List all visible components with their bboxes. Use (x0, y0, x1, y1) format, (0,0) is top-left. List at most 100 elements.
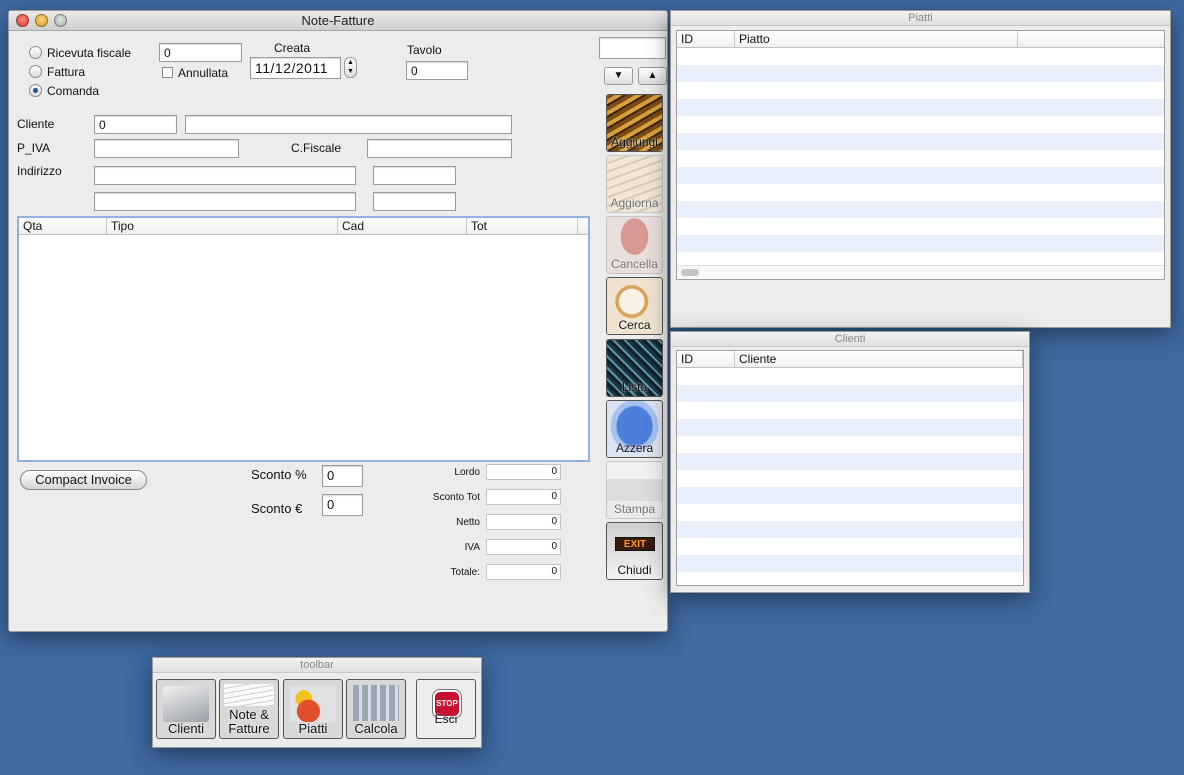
items-table[interactable]: Qta Tipo Cad Tot (17, 216, 590, 462)
piatti-window: Piatti ID Piatto (670, 10, 1171, 328)
piatti-titlebar[interactable]: Piatti (671, 11, 1170, 26)
cancella-button[interactable]: Cancella (606, 216, 663, 274)
scrollbar-thumb[interactable] (681, 269, 699, 276)
tavolo-label: Tavolo (407, 43, 442, 57)
window-controls (16, 14, 67, 27)
compact-invoice-button[interactable]: Compact Invoice (20, 470, 147, 490)
col-tipo[interactable]: Tipo (107, 218, 338, 234)
zoom-icon[interactable] (54, 14, 67, 27)
annullata-checkbox[interactable] (162, 67, 173, 78)
sconto-tot-label: Sconto Tot (432, 492, 480, 503)
piatti-table-header: ID Piatto (677, 31, 1164, 48)
stampa-button[interactable]: Stampa (606, 461, 663, 519)
radio-fattura-label: Fattura (47, 65, 86, 79)
note-fatture-toolbar-button[interactable]: Note & Fatture (219, 679, 279, 739)
azzera-label: Azzera (615, 441, 654, 455)
calculator-icon (353, 685, 399, 721)
radio-comanda-label: Comanda (47, 84, 100, 98)
stampa-label: Stampa (613, 502, 656, 516)
clienti-row-stripe (677, 555, 1023, 572)
lista-label: Lista (621, 380, 648, 394)
col-id[interactable]: ID (677, 31, 735, 47)
chiudi-button[interactable]: EXIT Chiudi (606, 522, 663, 580)
radio-fattura[interactable] (29, 65, 42, 78)
azzera-button[interactable]: Azzera (606, 400, 663, 458)
col-cliente[interactable]: Cliente (735, 351, 1023, 367)
cliente-id-input[interactable]: 0 (94, 115, 177, 134)
search-field[interactable] (599, 37, 666, 59)
clienti-table[interactable]: ID Cliente (676, 350, 1024, 586)
creata-date-field[interactable]: 11/12/2011 (250, 57, 341, 79)
cap-input[interactable] (373, 192, 456, 211)
cfiscale-label: C.Fiscale (291, 141, 342, 155)
esci-toolbar-button[interactable]: STOP Esci (416, 679, 476, 739)
piatti-row-stripe (677, 133, 1164, 150)
arrow-up-icon: ▲ (647, 70, 658, 81)
piatti-toolbar-button[interactable]: Piatti (283, 679, 343, 739)
aggiungi-label: Aggiungi (611, 135, 658, 149)
clienti-title: Clienti (834, 333, 866, 345)
radio-ricevuta-label: Ricevuta fiscale (47, 46, 132, 60)
clienti-table-header: ID Cliente (677, 351, 1023, 368)
col-piatto[interactable]: Piatto (735, 31, 1018, 47)
radio-comanda[interactable] (29, 84, 42, 97)
toolbar-title: toolbar (300, 659, 334, 671)
indirizzo-input[interactable] (94, 166, 356, 185)
cerca-button[interactable]: Cerca (606, 277, 663, 335)
piatti-row-stripe (677, 99, 1164, 116)
col-qta[interactable]: Qta (19, 218, 107, 234)
iva-value: 0 (486, 539, 561, 555)
col-cad[interactable]: Cad (338, 218, 467, 234)
stepper-up-icon[interactable]: ▲ (345, 58, 356, 67)
clienti-titlebar[interactable]: Clienti (671, 332, 1029, 347)
indirizzo-extra-input[interactable] (373, 166, 456, 185)
note-label-line2: Fatture (228, 721, 270, 736)
sconto-pct-input[interactable]: 0 (322, 465, 363, 487)
lista-button[interactable]: Lista (606, 339, 663, 397)
cliente-name-input[interactable] (185, 115, 512, 134)
lordo-label: Lordo (454, 467, 480, 478)
clienti-row-stripe (677, 419, 1023, 436)
date-stepper[interactable]: ▲ ▼ (344, 57, 357, 78)
arrow-down-icon: ▼ (613, 70, 624, 81)
clienti-window: Clienti ID Cliente (670, 331, 1030, 593)
tavolo-input[interactable]: 0 (406, 61, 468, 80)
citta-input[interactable] (94, 192, 356, 211)
esci-toolbar-label: Esci (434, 712, 458, 726)
close-icon[interactable] (16, 14, 29, 27)
document-number-input[interactable]: 0 (159, 43, 242, 62)
scroll-up-button[interactable]: ▲ (638, 67, 667, 85)
radio-ricevuta-fiscale[interactable] (29, 46, 42, 59)
piatti-row-stripe (677, 65, 1164, 82)
documents-icon (224, 684, 274, 706)
cfiscale-input[interactable] (367, 139, 512, 158)
note-fatture-window: Note-Fatture Ricevuta fiscale Fattura Co… (8, 10, 668, 632)
rolodex-icon (163, 686, 209, 722)
items-table-header: Qta Tipo Cad Tot (19, 218, 588, 235)
scroll-down-button[interactable]: ▼ (604, 67, 633, 85)
piva-input[interactable] (94, 139, 239, 158)
calcola-toolbar-button[interactable]: Calcola (346, 679, 406, 739)
clienti-toolbar-button[interactable]: Clienti (156, 679, 216, 739)
sconto-eur-input[interactable]: 0 (322, 494, 363, 516)
toolbar-window: toolbar Clienti Note & Fatture Piatti Ca… (152, 657, 482, 748)
piatti-row-stripe (677, 167, 1164, 184)
window-title: Note-Fatture (301, 13, 375, 28)
col-tot[interactable]: Tot (467, 218, 578, 234)
horizontal-scrollbar[interactable] (677, 265, 1164, 279)
aggiungi-button[interactable]: Aggiungi (606, 94, 663, 152)
exit-sign-text: EXIT (615, 537, 655, 551)
col-id[interactable]: ID (677, 351, 735, 367)
stepper-down-icon[interactable]: ▼ (345, 67, 356, 76)
cliente-label: Cliente (17, 117, 55, 131)
minimize-icon[interactable] (35, 14, 48, 27)
cancella-label: Cancella (611, 257, 658, 271)
lordo-value: 0 (486, 464, 561, 480)
totale-value: 0 (486, 564, 561, 580)
aggiorna-button[interactable]: Aggiorna (606, 155, 663, 213)
note-fatture-titlebar[interactable]: Note-Fatture (9, 11, 667, 31)
piatti-table[interactable]: ID Piatto (676, 30, 1165, 280)
creata-label: Creata (274, 41, 311, 55)
toolbar-titlebar[interactable]: toolbar (153, 658, 481, 673)
clienti-row-stripe (677, 385, 1023, 402)
